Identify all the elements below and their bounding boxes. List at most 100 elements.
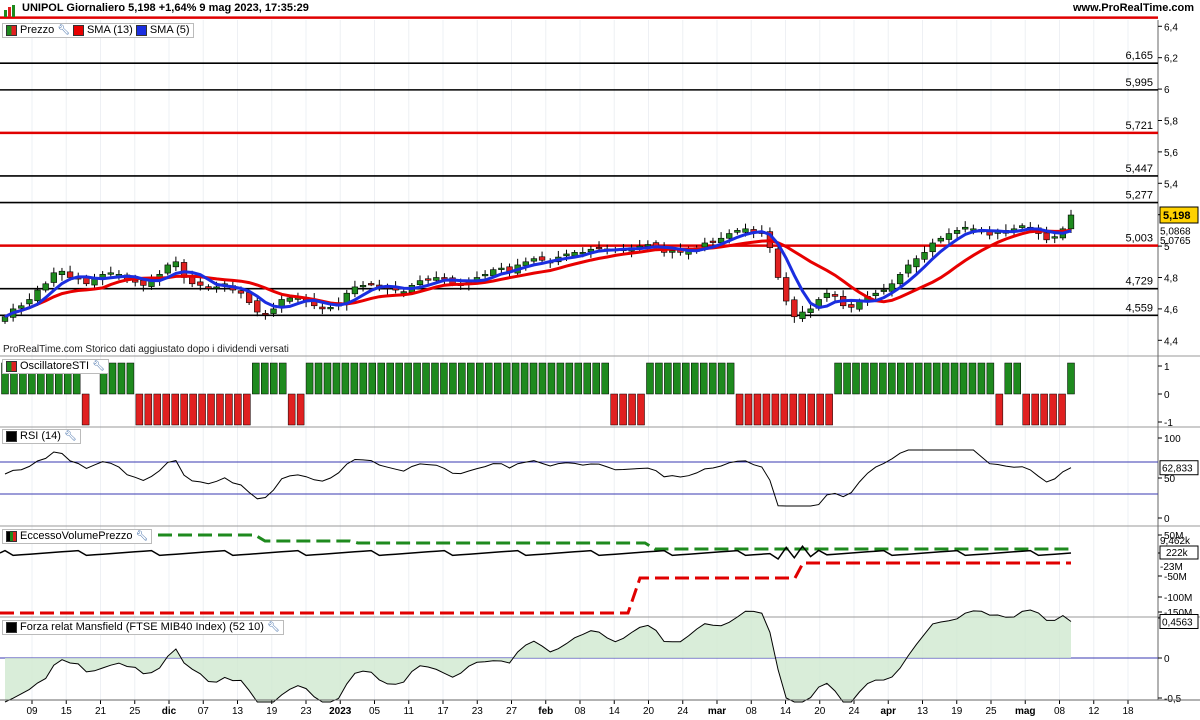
candle-body — [351, 286, 359, 295]
evp-tick-label: -50M — [1164, 572, 1187, 583]
brand-link[interactable]: www.ProRealTime.com — [1073, 2, 1194, 14]
x-tick-label: 2023 — [329, 706, 352, 717]
sti-bar — [834, 362, 842, 395]
sti-bar — [440, 362, 448, 395]
sti-bar — [798, 393, 807, 426]
sti-bar — [493, 362, 502, 395]
candle-body — [42, 283, 49, 291]
x-tick-label: 18 — [1122, 706, 1134, 717]
candle-body — [937, 237, 944, 242]
candle-body — [644, 244, 652, 247]
candle-body — [848, 304, 855, 308]
x-tick-label: mar — [708, 706, 726, 717]
evp-swatch-icon — [6, 531, 17, 542]
sti-bar — [959, 362, 968, 395]
x-tick-label: 05 — [369, 706, 381, 717]
sti-bar — [556, 362, 565, 395]
sti-bar — [1004, 362, 1013, 395]
wrench-icon[interactable]: 🔧︎ — [136, 530, 149, 543]
candle-body — [213, 286, 220, 289]
sti-bar — [180, 393, 188, 426]
sti-bar — [1013, 362, 1022, 395]
evp-last-label: 222k — [1166, 548, 1189, 559]
wrench-icon[interactable]: 🔧︎ — [57, 24, 70, 37]
sti-tick-label: -1 — [1164, 418, 1173, 429]
evp-legend-label: EccessoVolumePrezzo — [20, 530, 133, 542]
sti-bar — [735, 393, 744, 426]
wrench-icon[interactable]: 🔧︎ — [267, 621, 280, 634]
sti-bar — [341, 362, 350, 395]
candle-body — [1019, 225, 1026, 228]
sti-bar — [843, 362, 851, 395]
evp-legend[interactable]: EccessoVolumePrezzo 🔧︎ — [2, 529, 153, 544]
candle-body — [107, 272, 114, 275]
sti-bar — [771, 393, 780, 426]
mansfield-last-label: 0,4563 — [1162, 617, 1193, 628]
x-tick-label: dic — [162, 706, 177, 717]
mansfield-legend[interactable]: Forza relat Mansfield (FTSE MIB40 Index)… — [2, 620, 284, 635]
price-legend[interactable]: Prezzo 🔧︎ SMA (13) SMA (5) — [2, 23, 194, 38]
price-tick-label: 4,4 — [1164, 336, 1178, 347]
sti-bar — [753, 393, 762, 426]
x-tick-label: 25 — [129, 706, 141, 717]
sti-bar — [350, 362, 359, 395]
candle-body — [595, 247, 603, 250]
level-label: 5,003 — [1125, 233, 1153, 245]
sti-bar — [529, 362, 538, 395]
candle-body — [66, 271, 74, 278]
sti-bar — [968, 362, 977, 395]
x-tick-label: 08 — [746, 706, 758, 717]
candle-body — [416, 280, 424, 286]
sti-bar — [144, 393, 153, 426]
sti-bar — [108, 362, 117, 395]
sti-bar — [1058, 393, 1066, 426]
sti-bar — [1031, 393, 1039, 426]
candle-body — [880, 289, 887, 292]
rsi-legend[interactable]: RSI (14) 🔧︎ — [2, 429, 81, 444]
data-note: ProRealTime.com Storico dati aggiustato … — [3, 344, 289, 355]
x-tick-label: 24 — [848, 706, 860, 717]
rsi-last-label: 62,833 — [1162, 464, 1193, 475]
wrench-icon[interactable]: 🔧︎ — [92, 360, 105, 373]
sti-bar — [914, 362, 923, 395]
candle-body — [164, 264, 171, 274]
sti-bar — [207, 393, 215, 426]
sti-bar — [906, 362, 914, 395]
candle-body — [669, 250, 676, 253]
price-tick-label: 5,4 — [1164, 179, 1178, 190]
wrench-icon[interactable]: 🔧︎ — [64, 430, 77, 443]
sti-bar — [664, 362, 672, 395]
level-label: 4,729 — [1125, 276, 1153, 288]
sti-bar — [484, 362, 493, 395]
sti-bar — [610, 393, 618, 426]
sti-bar — [565, 362, 574, 395]
sti-bar — [198, 393, 206, 426]
sti-bar — [646, 362, 654, 395]
sti-bar — [431, 362, 439, 395]
sti-bar — [717, 362, 726, 395]
chart-canvas[interactable]: 6,165 5,995 5,721 5,447 5,277 5,003 4,729 4,559… — [0, 0, 1200, 720]
candle-body — [831, 294, 839, 297]
level-label: 5,995 — [1125, 77, 1153, 89]
x-tick-label: 14 — [609, 706, 621, 717]
sti-bar — [637, 393, 645, 426]
sti-bar — [243, 393, 251, 426]
x-tick-label: feb — [538, 706, 553, 717]
candle-body — [205, 286, 212, 289]
sti-bar — [422, 362, 430, 395]
level-label: 5,721 — [1125, 120, 1153, 132]
sti-legend[interactable]: OscillatoreSTI 🔧︎ — [2, 359, 109, 374]
sti-bar — [1049, 393, 1057, 426]
x-tick-label: 13 — [232, 706, 244, 717]
sti-bar — [404, 362, 412, 395]
sti-bar — [261, 362, 269, 395]
evp-tick-label: -100M — [1164, 593, 1192, 604]
x-tick-label: 24 — [677, 706, 689, 717]
sti-bar — [726, 362, 735, 395]
candle-body — [791, 299, 798, 318]
sti-bar — [395, 362, 403, 395]
candle-body — [807, 308, 814, 313]
sti-bar — [476, 362, 484, 395]
sti-bar — [870, 362, 878, 395]
x-tick-label: 12 — [1088, 706, 1100, 717]
